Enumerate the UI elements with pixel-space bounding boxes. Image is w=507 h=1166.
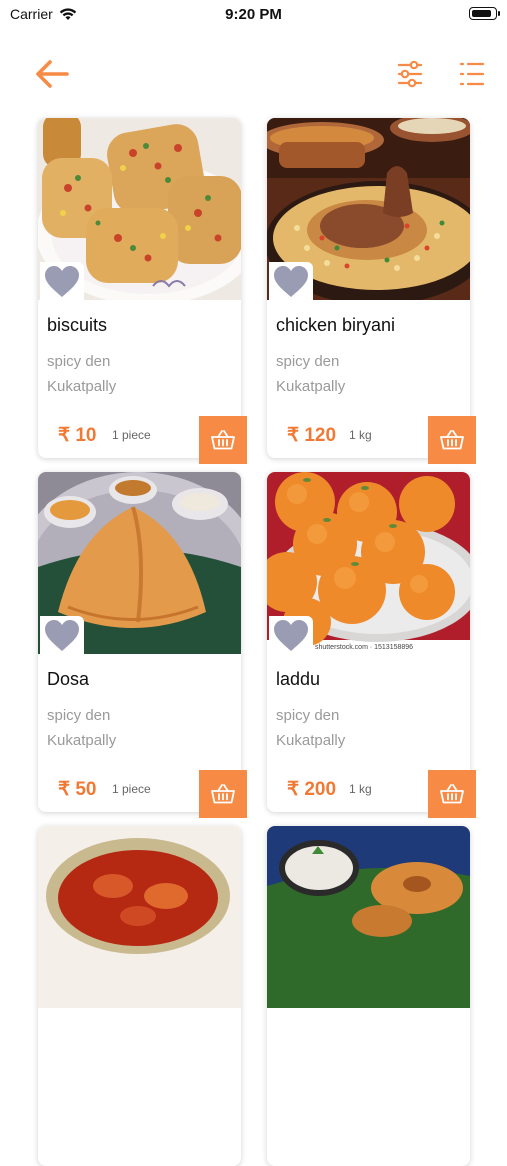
heart-icon: [274, 266, 308, 297]
product-price: ₹ 120: [287, 425, 337, 446]
list-icon: [459, 62, 485, 86]
list-view-button[interactable]: [450, 50, 494, 98]
heart-icon: [274, 620, 308, 651]
basket-icon: [440, 430, 464, 450]
status-bar: Carrier 9:20 PM: [0, 0, 507, 28]
product-name: chicken biryani: [276, 315, 396, 335]
product-price: ₹ 200: [287, 779, 337, 800]
shop-location: Kukatpally: [47, 732, 117, 749]
product-price: ₹ 50: [58, 779, 97, 800]
basket-icon: [211, 430, 235, 450]
product-unit: 1 piece: [112, 428, 151, 442]
product-image: [267, 826, 470, 1008]
product-name: Dosa: [47, 669, 90, 689]
product-card[interactable]: shutterstock.com · 1513158896 laddu spic…: [267, 472, 476, 818]
product-unit: 1 kg: [349, 428, 372, 442]
add-to-cart-button[interactable]: [428, 770, 476, 818]
battery-icon: [469, 7, 500, 20]
favorite-button[interactable]: [40, 616, 84, 656]
heart-icon: [45, 620, 79, 651]
basket-icon: [211, 784, 235, 804]
product-card[interactable]: Dosa spicy den Kukatpally ₹ 50 1 piece: [38, 472, 247, 818]
shop-name: spicy den: [47, 353, 111, 370]
filter-button[interactable]: [388, 50, 432, 98]
arrow-left-icon: [36, 60, 69, 88]
product-card[interactable]: biscuits spicy den Kukatpally ₹ 10 1 pie…: [38, 118, 247, 464]
add-to-cart-button[interactable]: [199, 416, 247, 464]
product-image: [38, 826, 241, 1008]
add-to-cart-button[interactable]: [199, 770, 247, 818]
favorite-button[interactable]: [40, 262, 84, 302]
product-unit: 1 kg: [349, 782, 372, 796]
back-button[interactable]: [28, 50, 76, 98]
product-name: laddu: [276, 669, 321, 689]
shop-location: Kukatpally: [47, 378, 117, 395]
add-to-cart-button[interactable]: [428, 416, 476, 464]
shop-name: spicy den: [276, 353, 340, 370]
product-card[interactable]: [267, 826, 470, 1166]
battery-level: [472, 10, 491, 17]
shop-name: spicy den: [276, 707, 340, 724]
favorite-button[interactable]: [269, 262, 313, 302]
shop-location: Kukatpally: [276, 378, 346, 395]
sliders-icon: [397, 60, 423, 88]
shop-name: spicy den: [47, 707, 111, 724]
product-card[interactable]: [38, 826, 241, 1166]
favorite-button[interactable]: [269, 616, 313, 656]
top-nav: [0, 50, 507, 100]
product-unit: 1 piece: [112, 782, 151, 796]
product-name: biscuits: [47, 315, 108, 335]
image-caption: shutterstock.com · 1513158896: [315, 644, 414, 651]
shop-location: Kukatpally: [276, 732, 346, 749]
product-card[interactable]: chicken biryani spicy den Kukatpally ₹ 1…: [267, 118, 476, 464]
heart-icon: [45, 266, 79, 297]
basket-icon: [440, 784, 464, 804]
clock: 9:20 PM: [225, 6, 282, 23]
product-price: ₹ 10: [58, 425, 97, 446]
